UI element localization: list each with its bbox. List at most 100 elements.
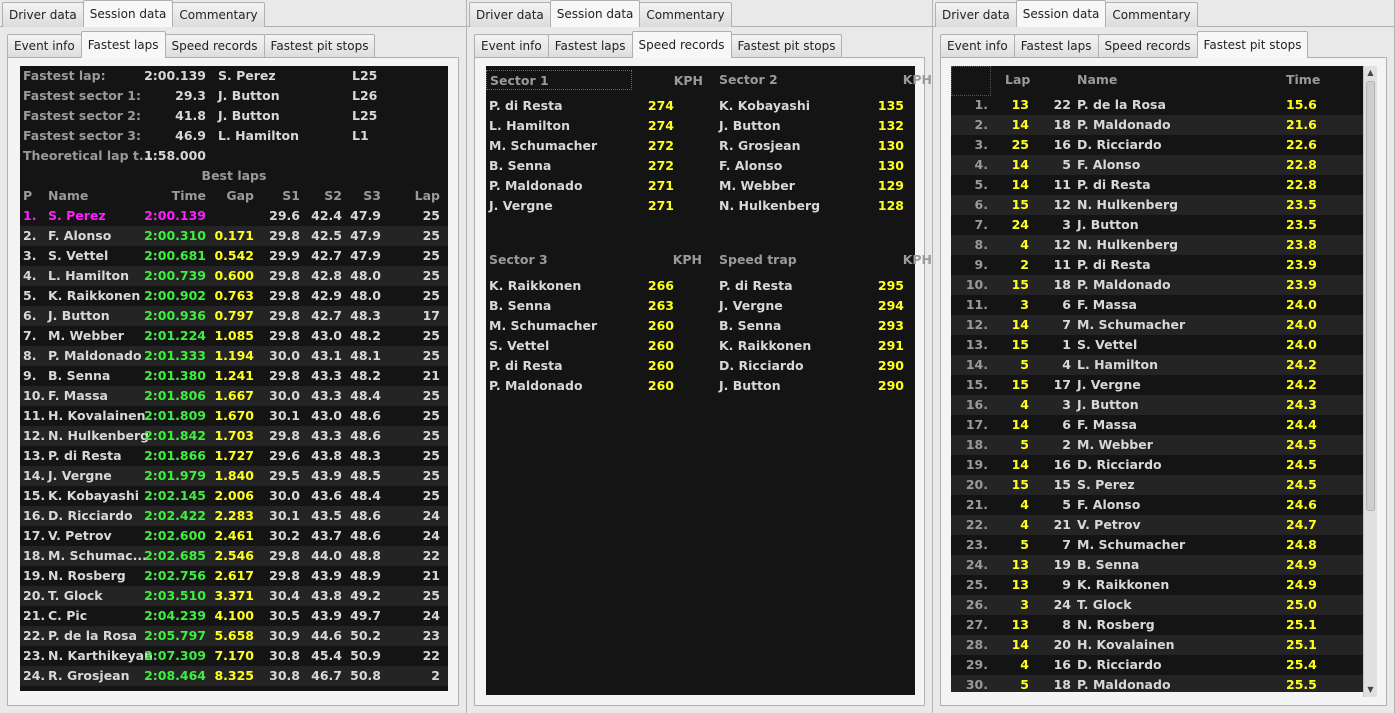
pit-position: 13.	[965, 337, 988, 352]
speed-value: 130	[877, 158, 904, 173]
pit-position: 4.	[974, 157, 988, 172]
panel-speed-records: Driver data Session data Commentary Even…	[467, 0, 933, 713]
summary-lap: L25	[352, 108, 378, 123]
row-s3: 47.9	[350, 248, 381, 263]
pit-time: 22.8	[1286, 177, 1317, 192]
speed-value: 263	[647, 298, 674, 313]
pit-driver: N. Hulkenberg	[1077, 197, 1179, 212]
row-position: 8.	[23, 348, 37, 363]
speed-driver: P. Maldonado	[489, 378, 583, 393]
summary-label: Fastest lap:	[23, 68, 106, 83]
speed-driver: M. Webber	[719, 178, 795, 193]
tab-speed-records[interactable]: Speed records	[164, 34, 265, 58]
tab-session-data[interactable]: Session data	[1015, 0, 1107, 27]
tab-commentary[interactable]: Commentary	[172, 2, 265, 27]
pit-lap: 4	[1020, 237, 1029, 252]
row-name: V. Petrov	[48, 528, 112, 543]
tab-driver-data[interactable]: Driver data	[2, 2, 84, 27]
row-gap: 1.840	[214, 468, 254, 483]
row-s3: 47.9	[350, 228, 381, 243]
pit-lap: 15	[1011, 277, 1029, 292]
row-gap: 1.667	[214, 388, 254, 403]
pit-stops-scrollbar[interactable]: ▲ ▼	[1363, 66, 1377, 697]
row-position: 4.	[23, 268, 37, 283]
tab-event-info[interactable]: Event info	[940, 34, 1015, 58]
speed-row: P. Maldonado 271	[486, 176, 711, 196]
tab-commentary[interactable]: Commentary	[1105, 2, 1198, 27]
pit-driver: F. Alonso	[1077, 157, 1141, 172]
pit-car-number: 15	[1053, 477, 1071, 492]
pit-time: 24.4	[1286, 417, 1317, 432]
tab-fastest-laps[interactable]: Fastest laps	[1013, 34, 1099, 58]
row-time: 2:04.239	[144, 608, 206, 623]
speed-driver: S. Vettel	[489, 338, 550, 353]
scroll-down-icon[interactable]: ▼	[1364, 683, 1377, 697]
row-s2: 44.0	[311, 548, 342, 563]
summary-driver: S. Perez	[218, 68, 276, 83]
pit-time: 25.4	[1286, 657, 1317, 672]
speed-driver: J. Vergne	[489, 198, 553, 213]
table-row: 15. K. Kobayashi 2:02.145 2.006 30.0 43.6 48.4…	[20, 486, 448, 506]
scroll-up-icon[interactable]: ▲	[1364, 66, 1377, 80]
pit-row: 21. 4 5 F. Alonso 24.6	[951, 495, 1371, 515]
row-gap: 0.797	[214, 308, 254, 323]
speed-row: M. Schumacher 260	[486, 316, 711, 336]
pit-row: 3. 25 16 D. Ricciardo 22.6	[951, 135, 1371, 155]
pit-car-number: 18	[1053, 117, 1071, 132]
row-time: 2:01.842	[144, 428, 206, 443]
table-row: 22. P. de la Rosa 2:05.797 5.658 30.9 44.6 50.…	[20, 626, 448, 646]
row-position: 11.	[23, 408, 46, 423]
row-s2: 43.0	[311, 408, 342, 423]
tab-speed-records[interactable]: Speed records	[1097, 34, 1198, 58]
pit-row: 17. 14 6 F. Massa 24.4	[951, 415, 1371, 435]
tab-fastest-laps[interactable]: Fastest laps	[547, 34, 633, 58]
tab-commentary[interactable]: Commentary	[639, 2, 732, 27]
speed-driver: P. di Resta	[489, 358, 563, 373]
tab-driver-data[interactable]: Driver data	[935, 2, 1017, 27]
row-position: 5.	[23, 288, 37, 303]
tab-fastest-laps[interactable]: Fastest laps	[80, 31, 166, 58]
summary-row: Fastest sector 3: 46.9 L. Hamilton L1	[20, 126, 448, 146]
tab-fastest-pit-stops[interactable]: Fastest pit stops	[730, 34, 843, 58]
pit-car-number: 11	[1053, 177, 1071, 192]
row-s1: 30.9	[269, 628, 300, 643]
table-row: 17. V. Petrov 2:02.600 2.461 30.2 43.7 48.6 24	[20, 526, 448, 546]
pit-position: 17.	[965, 417, 988, 432]
tab-fastest-pit-stops[interactable]: Fastest pit stops	[263, 34, 376, 58]
pit-position: 19.	[965, 457, 988, 472]
row-name: C. Pic	[48, 608, 88, 623]
row-lap: 25	[422, 348, 440, 363]
row-s3: 48.4	[350, 388, 381, 403]
row-name: T. Glock	[48, 588, 103, 603]
speed-value: 129	[877, 178, 904, 193]
tab-speed-records[interactable]: Speed records	[631, 31, 732, 58]
row-position: 17.	[23, 528, 46, 543]
tab-driver-data[interactable]: Driver data	[469, 2, 551, 27]
tab-session-data[interactable]: Session data	[82, 0, 174, 27]
summary-driver: J. Button	[218, 108, 280, 123]
pit-position: 5.	[974, 177, 988, 192]
row-s1: 29.9	[269, 248, 300, 263]
tab-event-info[interactable]: Event info	[474, 34, 549, 58]
pit-row: 19. 14 16 D. Ricciardo 24.5	[951, 455, 1371, 475]
speed-value: 260	[647, 358, 674, 373]
tab-event-info[interactable]: Event info	[7, 34, 82, 58]
speed-value: 272	[647, 158, 674, 173]
row-gap: 0.600	[214, 268, 254, 283]
pit-lap: 14	[1011, 317, 1029, 332]
tab-fastest-pit-stops[interactable]: Fastest pit stops	[1196, 31, 1309, 58]
row-gap: 4.100	[214, 608, 254, 623]
pit-lap: 14	[1011, 117, 1029, 132]
header-s3: S3	[363, 188, 381, 203]
row-position: 18.	[23, 548, 46, 563]
scroll-thumb[interactable]	[1366, 81, 1375, 511]
speed-driver: P. di Resta	[719, 278, 793, 293]
pit-car-number: 1	[1062, 337, 1071, 352]
tab-session-data[interactable]: Session data	[549, 0, 641, 27]
pit-row: 14. 5 4 L. Hamilton 24.2	[951, 355, 1371, 375]
row-s2: 43.3	[311, 368, 342, 383]
summary-label: Fastest sector 2:	[23, 108, 142, 123]
pit-position: 15.	[965, 377, 988, 392]
pit-position: 6.	[974, 197, 988, 212]
pit-position: 27.	[965, 617, 988, 632]
